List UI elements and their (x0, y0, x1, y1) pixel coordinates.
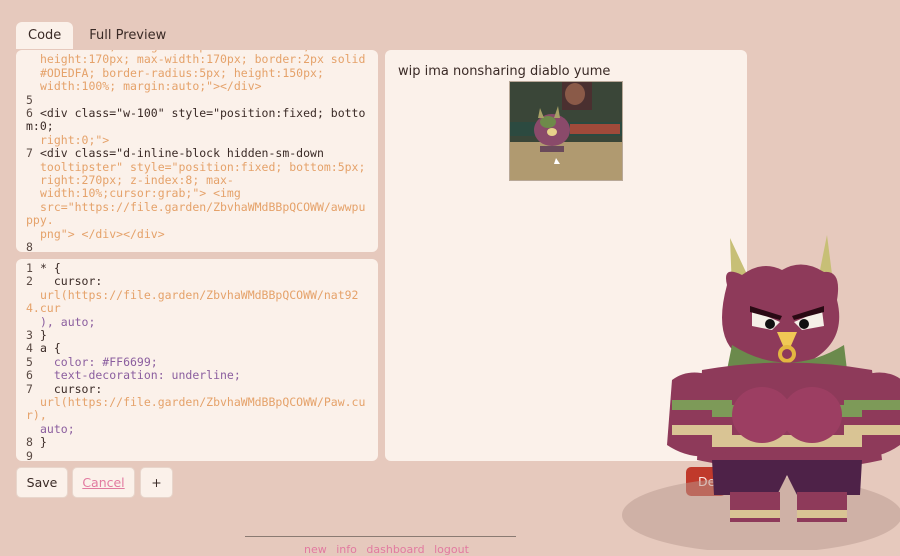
code-line: src="https://file.garden/ZbvhaWMdBBpQCOW… (26, 199, 366, 228)
line-text: url(https://file.garden/ZbvhaWMdBBpQCOWW… (26, 287, 359, 316)
line-text: width:100%; margin:auto;"></div> (40, 79, 262, 94)
preview-image-art (510, 82, 622, 180)
line-text: #ODEDFA; border-radius:5px; height:150px… (40, 65, 324, 80)
code-line: right:270px; z-index:8; max- (26, 173, 366, 188)
code-line: 2 cursor: (26, 274, 371, 289)
line-number: 7 (26, 381, 33, 396)
line-text: right:270px; z-index:8; max- (40, 173, 234, 188)
line-text: * { (40, 261, 61, 275)
line-number: 1 (26, 261, 33, 275)
line-number: 7 (26, 146, 33, 161)
code-line: 8 (26, 240, 366, 252)
line-text: right:0;"> (40, 132, 110, 147)
line-number: 2 (26, 274, 33, 289)
code-line: #ODEDFA; border-radius:5px; height:150px… (26, 65, 366, 80)
html-code-lines[interactable]: size:cover; background-position:center;h… (26, 50, 366, 252)
code-line: 1 * { (26, 261, 371, 275)
line-text: auto; (40, 421, 75, 436)
line-number: 5 (26, 92, 33, 107)
line-text: a { (40, 341, 61, 356)
code-line: width:10%;cursor:grab;"> <img (26, 187, 366, 200)
line-number: 5 (26, 354, 33, 369)
code-line: right:0;"> (26, 132, 366, 147)
line-text: color: #FF6699; (40, 354, 158, 369)
code-line: 6 <div class="w-100" style="position:fixe… (26, 106, 366, 134)
code-line: 9 (26, 448, 371, 461)
code-line: 5 color: #FF6699; (26, 354, 371, 369)
line-text: cursor: (40, 381, 103, 396)
line-text: <div class="d-inline-block hidden-sm-dow… (40, 146, 324, 161)
line-text: ), auto; (40, 314, 96, 329)
line-number: 8 (26, 240, 33, 252)
code-line: height:170px; max-width:170px; border:2p… (26, 53, 366, 66)
css-code-lines[interactable]: 1 * {2 cursor: url(https://file.garden/Zbv… (26, 261, 371, 461)
save-button[interactable]: Save (16, 467, 68, 498)
line-text: <div class="w-100" style="position:fixed… (26, 106, 366, 134)
code-line: ), auto; (26, 314, 371, 329)
line-number: 9 (26, 448, 33, 461)
code-line: tooltipster" style="position:fixed; bott… (26, 159, 366, 174)
preview-title: wip ima nonsharing diablo yume (398, 64, 611, 79)
code-line: auto; (26, 421, 371, 436)
tab-code[interactable]: Code (16, 22, 74, 49)
code-line: width:100%; margin:auto;"></div> (26, 80, 366, 93)
add-button[interactable]: + (140, 467, 173, 498)
code-line: 8} (26, 435, 371, 450)
code-line: png"> </div></div> (26, 226, 366, 241)
line-text: tooltipster" style="position:fixed; bott… (40, 159, 366, 174)
css-editor[interactable]: 1 * {2 cursor: url(https://file.garden/Zbv… (16, 259, 378, 461)
line-text: } (40, 435, 47, 450)
line-number: 4 (26, 341, 33, 356)
cancel-button[interactable]: Cancel (72, 467, 135, 498)
line-number: 6 (26, 368, 33, 383)
line-text: cursor: (40, 274, 103, 289)
code-line: 3} (26, 328, 371, 343)
editor-tabs: Code Full Preview (16, 22, 178, 49)
html-editor[interactable]: size:cover; background-position:center;h… (16, 50, 378, 252)
code-line: url(https://file.garden/ZbvhaWMdBBpQCOWW… (26, 287, 371, 316)
code-line: 6 text-decoration: underline; (26, 368, 371, 383)
code-line: url(https://file.garden/ZbvhaWMdBBpQCOWW… (26, 395, 371, 423)
line-text: url(https://file.garden/ZbvhaWMdBBpQCOWW… (26, 395, 366, 423)
tab-full-preview[interactable]: Full Preview (77, 22, 178, 49)
code-line: 4 a { (26, 341, 371, 356)
pinata-mascot-image (622, 235, 900, 550)
footer-divider (245, 536, 516, 537)
preview-image (509, 81, 623, 181)
line-text: src="https://file.garden/ZbvhaWMdBBpQCOW… (26, 199, 366, 228)
line-text: png"> </div></div> (40, 226, 165, 241)
line-text: text-decoration: underline; (40, 368, 241, 383)
line-number: 3 (26, 328, 33, 343)
code-line: 5 (26, 92, 366, 107)
code-line: 7 <div class="d-inline-block hidden-sm-do… (26, 146, 366, 161)
line-text: width:10%;cursor:grab;"> <img (40, 186, 241, 201)
line-text: } (40, 328, 47, 343)
line-text: height:170px; max-width:170px; border:2p… (40, 52, 366, 67)
line-number: 6 (26, 106, 33, 121)
code-line: 7 cursor: (26, 381, 371, 396)
line-number: 8 (26, 435, 33, 450)
